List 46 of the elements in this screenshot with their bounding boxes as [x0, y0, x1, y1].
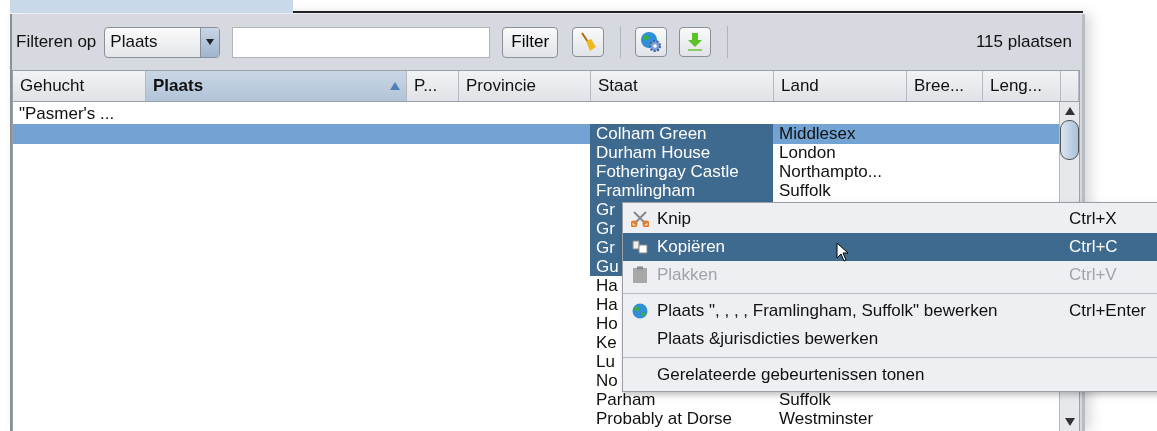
search-field[interactable]	[232, 26, 491, 58]
sort-ascending-icon	[390, 82, 400, 90]
place-list-item[interactable]: Probably at Dorse	[590, 409, 773, 428]
column-header[interactable]: Leng...	[983, 71, 1061, 101]
table-cell-text: Suffolk	[778, 181, 832, 200]
scissors-icon	[631, 211, 649, 227]
scroll-up-icon	[1064, 107, 1075, 115]
clipboard-icon	[632, 266, 648, 284]
table-row[interactable]: "Pasmer's ...	[13, 104, 1059, 124]
menu-item[interactable]: Plaats &jurisdicties bewerken	[623, 325, 1157, 353]
globe-icon	[632, 303, 648, 319]
table-cell-text: "Pasmer's ...	[18, 104, 116, 124]
download-arrow-icon	[686, 32, 705, 52]
scroll-down-icon	[1064, 418, 1075, 426]
place-count: 115 plaatsen	[975, 32, 1072, 52]
broom-button[interactable]	[572, 27, 605, 57]
scroll-thumb[interactable]	[1060, 120, 1079, 160]
column-header[interactable]: Land	[774, 71, 907, 101]
column-header[interactable]: Bree...	[907, 71, 983, 101]
filter-dropdown[interactable]: Plaats	[104, 26, 221, 58]
column-header[interactable]: Plaats	[146, 71, 407, 101]
table-cell-text: Suffolk	[778, 390, 832, 409]
menu-item[interactable]: Knip Ctrl+X	[623, 205, 1157, 233]
menu-item[interactable]: Plaats ", , , , Framlingham, Suffolk" bewerken Ctrl+Enter	[623, 297, 1157, 325]
broom-icon	[579, 32, 598, 52]
place-list-item[interactable]: Parham	[590, 390, 773, 409]
copy-icon	[632, 240, 648, 254]
place-list-item[interactable]: Fotheringay Castle	[590, 162, 773, 181]
table-cell-text: London	[778, 143, 837, 162]
menu-item[interactable]: Gerelateerde gebeurtenissen tonen	[623, 361, 1157, 389]
table-cell-text: Westminster	[778, 409, 875, 428]
dropdown-arrow-icon	[206, 39, 215, 45]
globe-gear-icon	[640, 31, 663, 53]
place-list-item[interactable]: Colham Green	[590, 124, 773, 143]
filter-button[interactable]: Filter	[502, 26, 559, 58]
column-header[interactable]: P...	[407, 71, 459, 101]
download-button[interactable]	[679, 27, 712, 57]
column-header[interactable]: Staat	[591, 71, 774, 101]
table-cell-text: Northampto...	[778, 162, 883, 181]
place-list-item[interactable]: Durham House	[590, 143, 773, 162]
mouse-pointer-icon	[836, 242, 849, 262]
menu-item[interactable]: Kopiëren Ctrl+C	[623, 233, 1157, 261]
place-list-item[interactable]: Framlingham	[590, 181, 773, 200]
filter-label: Filteren op	[16, 32, 97, 52]
column-header[interactable]: Provincie	[459, 71, 591, 101]
globe-settings-button[interactable]	[635, 27, 668, 57]
